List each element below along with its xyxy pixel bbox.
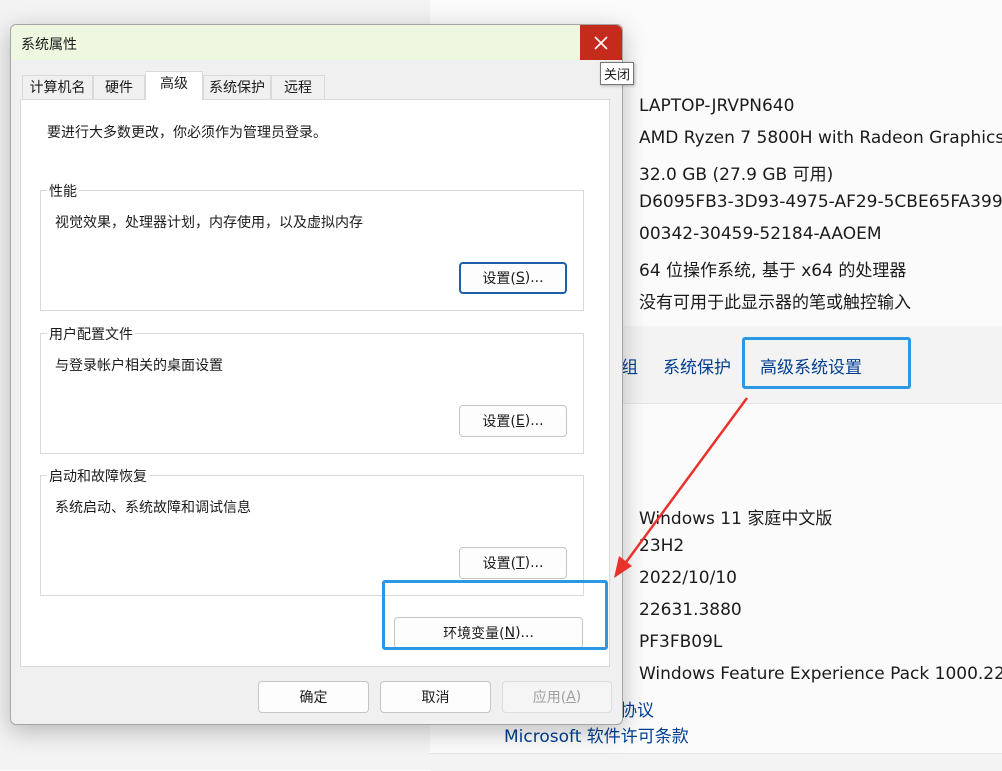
tab-advanced[interactable]: 高级 — [145, 71, 203, 100]
annotation-arrow-line — [622, 397, 749, 566]
annotation-arrow — [614, 397, 749, 578]
